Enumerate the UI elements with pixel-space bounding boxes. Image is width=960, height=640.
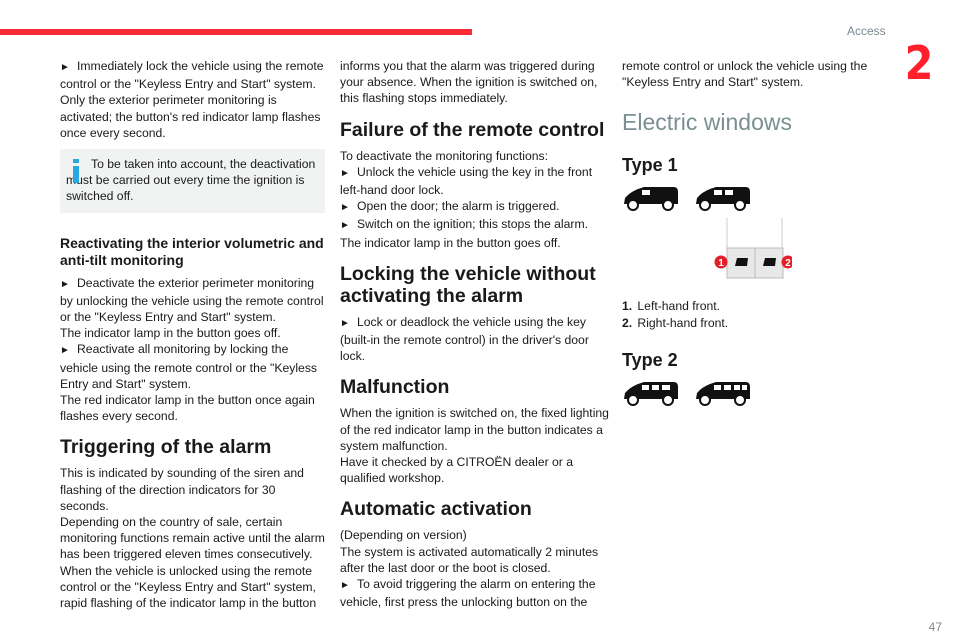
bullet-paragraph: ► Immediately lock the vehicle using the … [60,59,324,92]
window-switch-panel: 1 2 [714,218,795,279]
paragraph: The indicator lamp in the button goes of… [60,326,281,341]
window-switch-icon [763,258,776,267]
mpv-silhouette-icon [696,381,750,406]
paragraph: The indicator lamp in the button goes of… [340,235,561,250]
callout-2: 2 [785,258,791,269]
header-accent-bar [0,29,472,35]
heading-type-2: Type 2 [622,349,678,370]
legend-list: 1. Left-hand front. 2. Right-hand front. [622,298,792,330]
bullet-arrow-icon: ► [60,345,70,357]
subheading-reactivating: Reactivating the interior volumetric and… [60,234,324,268]
paragraph: Depending on the country of sale, certai… [60,515,325,562]
heading-automatic: Automatic activation [340,498,532,521]
van-silhouette-icon [696,187,750,212]
page-number: 47 [928,620,942,634]
type-2-vehicles [622,379,792,409]
paragraph: To deactivate the monitoring functions: [340,148,548,163]
bullet-arrow-icon: ► [60,62,70,73]
info-note-text: To be taken into account, the deactivati… [66,157,316,204]
bullet-paragraph: ► Unlock the vehicle using the key in the… [340,164,593,198]
type-1-vehicles [622,184,792,214]
paragraph: remote control or unlock the vehicle usi… [622,59,868,90]
van-silhouette-icon [624,187,678,212]
info-note: To be taken into account, the deactivati… [60,149,325,213]
paragraph: The system is activated automatically 2 … [340,544,599,575]
paragraph: This is indicated by sounding of the sir… [60,466,304,513]
heading-type-1: Type 1 [622,155,678,176]
paragraph: (Depending on version) [340,528,467,543]
paragraph: informs you that the alarm was triggered… [340,59,598,106]
bullet-arrow-icon: ► [340,220,350,232]
bullet-paragraph: ► Switch on the ignition; this stops the … [340,216,610,234]
heading-malfunction: Malfunction [340,376,450,399]
paragraph: The red indicator lamp in the button onc… [60,393,315,424]
section-name: Access [847,24,886,38]
window-switch-icon [735,258,748,267]
bullet-paragraph: ► To avoid triggering the alarm on enteri… [340,577,596,610]
window-switch-diagram: 1 2 [622,218,795,288]
heading-failure-remote: Failure of the remote control [340,118,605,141]
heading-locking: Locking the vehicle without activating t… [340,262,596,307]
paragraph: When the vehicle is unlocked using the r… [60,563,317,611]
heading-electric-windows: Electric windows [622,109,792,136]
bullet-paragraph: ► Deactivate the exterior perimeter monit… [60,275,324,325]
bullet-paragraph: ► Reactivate all monitoring by locking th… [60,342,318,391]
column-1: ► Immediately lock the vehicle using the … [60,58,325,611]
bullet-paragraph: ► Lock or deadlock the vehicle using the … [340,314,589,364]
paragraph: Have it checked by a CITROËN dealer or a… [340,455,574,486]
column-2: informs you that the alarm was triggered… [340,58,610,610]
mpv-silhouette-icon [624,381,678,406]
bullet-arrow-icon: ► [340,202,350,214]
bullet-arrow-icon: ► [340,317,350,329]
legend-item: 1. Left-hand front. [622,299,721,314]
bullet-arrow-icon: ► [340,580,350,592]
paragraph: Only the exterior perimeter monitoring i… [60,93,321,140]
callout-1: 1 [718,258,724,269]
column-3: remote control or unlock the vehicle usi… [622,58,867,409]
heading-triggering: Triggering of the alarm [60,436,272,459]
bullet-arrow-icon: ► [60,278,70,290]
bullet-arrow-icon: ► [340,167,350,179]
chapter-number: 2 [904,36,934,90]
paragraph: When the ignition is switched on, the fi… [340,406,609,453]
info-icon [73,159,79,184]
legend-item: 2. Right-hand front. [622,315,729,330]
footer: 47 [929,620,942,634]
bullet-paragraph: ► Open the door; the alarm is triggered. [340,198,610,216]
